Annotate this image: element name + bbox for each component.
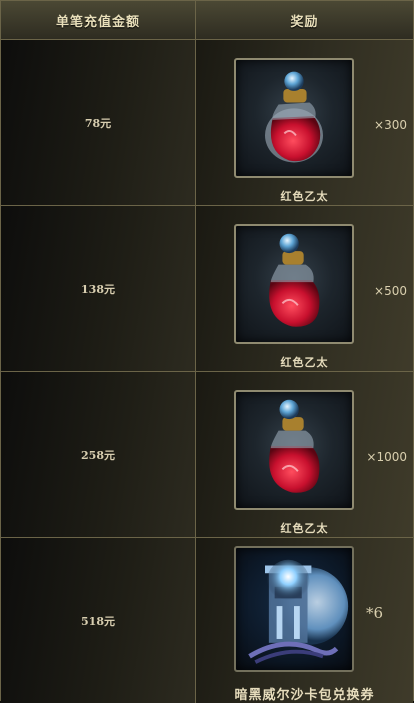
table-row: 518元 *6 暗黑威尔沙卡包兑换券 — [1, 538, 413, 703]
reward-quantity: ×300 — [374, 118, 407, 132]
table-row: 258元 ×1000 红色乙太 — [1, 372, 413, 538]
reward-quantity: ×1000 — [366, 450, 407, 464]
column-header-amount: 单笔充值金额 — [1, 1, 196, 39]
reward-cell: ×1000 红色乙太 — [196, 372, 413, 537]
recharge-amount: 138元 — [1, 206, 196, 371]
reward-cell: *6 暗黑威尔沙卡包兑换券 — [196, 538, 413, 703]
red-potion-icon — [234, 224, 354, 344]
card-pack-icon — [234, 546, 354, 672]
red-potion-icon — [234, 390, 354, 510]
reward-item-name: 红色乙太 — [280, 522, 329, 535]
recharge-amount: 258元 — [1, 372, 196, 537]
table-header: 单笔充值金额 奖励 — [1, 1, 413, 40]
table-row: 138元 ×500 红色乙太 — [1, 206, 413, 372]
table-row: 78元 ×300 红色乙太 — [1, 40, 413, 206]
reward-item-name: 暗黑威尔沙卡包兑换券 — [234, 688, 375, 703]
reward-cell: ×300 红色乙太 — [196, 40, 413, 205]
recharge-amount: 78元 — [1, 40, 196, 205]
reward-item-name: 红色乙太 — [280, 356, 329, 369]
reward-cell: ×500 红色乙太 — [196, 206, 413, 371]
reward-quantity: *6 — [365, 604, 383, 622]
reward-quantity: ×500 — [374, 284, 407, 298]
red-potion-icon — [234, 58, 354, 178]
column-header-reward: 奖励 — [290, 14, 319, 30]
recharge-amount: 518元 — [1, 538, 196, 703]
reward-item-name: 红色乙太 — [280, 190, 329, 203]
recharge-reward-table: 单笔充值金额 奖励 78元 ×300 红色乙太 138元 ×500 红色乙太 2… — [0, 0, 414, 703]
